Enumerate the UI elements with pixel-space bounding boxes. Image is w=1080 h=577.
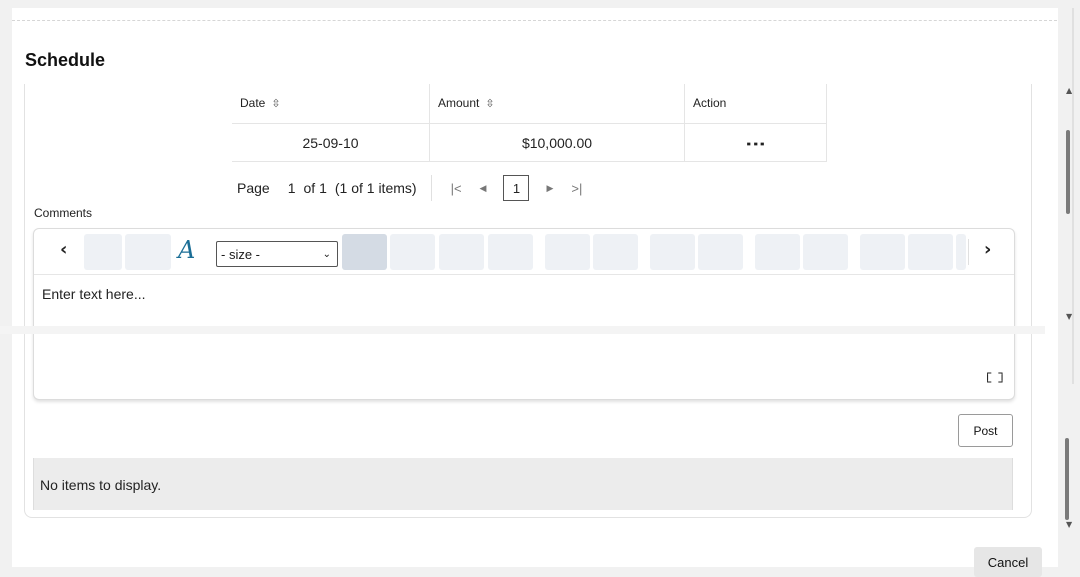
scroll-down-icon[interactable]: ▼: [1066, 520, 1072, 529]
page-title: Schedule: [25, 50, 106, 70]
toolbar-scroll-right-icon[interactable]: ›: [984, 239, 991, 260]
toolbar-button[interactable]: [545, 234, 590, 270]
schedule-table: Date ⇳ Amount ⇳ Action 25-09-10 $10,000.00…: [232, 84, 827, 162]
items-summary: (1 of 1 items): [334, 180, 417, 196]
toolbar-button[interactable]: [342, 234, 387, 270]
toolbar-button[interactable]: [755, 234, 800, 270]
last-page-icon[interactable]: >|: [571, 181, 582, 196]
font-size-select[interactable]: - size - ⌄: [216, 241, 338, 267]
comments-editor: ‹ A - size - ⌄ › Enter text here... ┌ ┐ └…: [33, 228, 1015, 400]
empty-message: No items to display.: [40, 477, 162, 493]
editor-text-area[interactable]: Enter text here...: [42, 286, 146, 302]
toolbar-button[interactable]: [698, 234, 743, 270]
table-row: 25-09-10 $10,000.00 ⋮: [232, 124, 827, 162]
column-header-date[interactable]: Date ⇳: [232, 84, 430, 124]
pager-divider: [430, 175, 432, 201]
toolbar-scroll-left-icon[interactable]: ‹: [60, 239, 67, 260]
sort-icon[interactable]: ⇳: [271, 98, 280, 110]
scrollbar-track: [1072, 8, 1074, 384]
toolbar-divider: [968, 239, 969, 265]
cell-amount: $10,000.00: [430, 124, 685, 162]
inner-scrollbar-thumb[interactable]: [1066, 130, 1070, 214]
cancel-button[interactable]: Cancel: [974, 547, 1042, 577]
cell-date: 25-09-10: [232, 124, 430, 162]
content-gap: [0, 326, 1045, 334]
toolbar-button[interactable]: [803, 234, 848, 270]
toolbar-button[interactable]: [439, 234, 484, 270]
comments-list: No items to display.: [33, 458, 1013, 510]
toolbar-button[interactable]: [650, 234, 695, 270]
font-color-icon[interactable]: A: [178, 236, 195, 264]
toolbar-button[interactable]: [125, 234, 171, 270]
current-page: 1: [287, 180, 296, 196]
column-header-amount[interactable]: Amount ⇳: [430, 84, 685, 124]
cell-action: ⋮: [685, 124, 827, 162]
toolbar-button[interactable]: [956, 234, 966, 270]
outer-scrollbar-thumb[interactable]: [1065, 438, 1069, 520]
comments-label: Comments: [34, 206, 93, 220]
kebab-menu-icon[interactable]: ⋮: [745, 134, 767, 152]
toolbar-button[interactable]: [488, 234, 533, 270]
toolbar-button[interactable]: [84, 234, 122, 270]
top-divider: [12, 20, 1057, 21]
page-count: of 1: [303, 180, 327, 196]
table-header-row: Date ⇳ Amount ⇳ Action: [232, 84, 827, 124]
column-header-action: Action: [685, 84, 827, 124]
post-button[interactable]: Post: [958, 414, 1013, 447]
page-number-button[interactable]: 1: [503, 175, 530, 201]
pagination: Page 1 of 1 (1 of 1 items) |< ◀ 1 ▶ >|: [237, 175, 591, 201]
next-page-icon[interactable]: ▶: [546, 183, 553, 194]
prev-page-icon[interactable]: ◀: [480, 183, 487, 194]
toolbar-button[interactable]: [593, 234, 638, 270]
toolbar-button[interactable]: [390, 234, 435, 270]
toolbar-button[interactable]: [860, 234, 905, 270]
first-page-icon[interactable]: |<: [451, 181, 462, 196]
sort-icon[interactable]: ⇳: [485, 98, 494, 110]
toolbar-button[interactable]: [908, 234, 953, 270]
page-label: Page: [237, 180, 270, 196]
fullscreen-icon[interactable]: ┌ ┐ └ ┘: [984, 367, 1006, 388]
chevron-down-icon: ⌄: [322, 248, 331, 260]
editor-toolbar: ‹ A - size - ⌄ ›: [34, 229, 1014, 275]
